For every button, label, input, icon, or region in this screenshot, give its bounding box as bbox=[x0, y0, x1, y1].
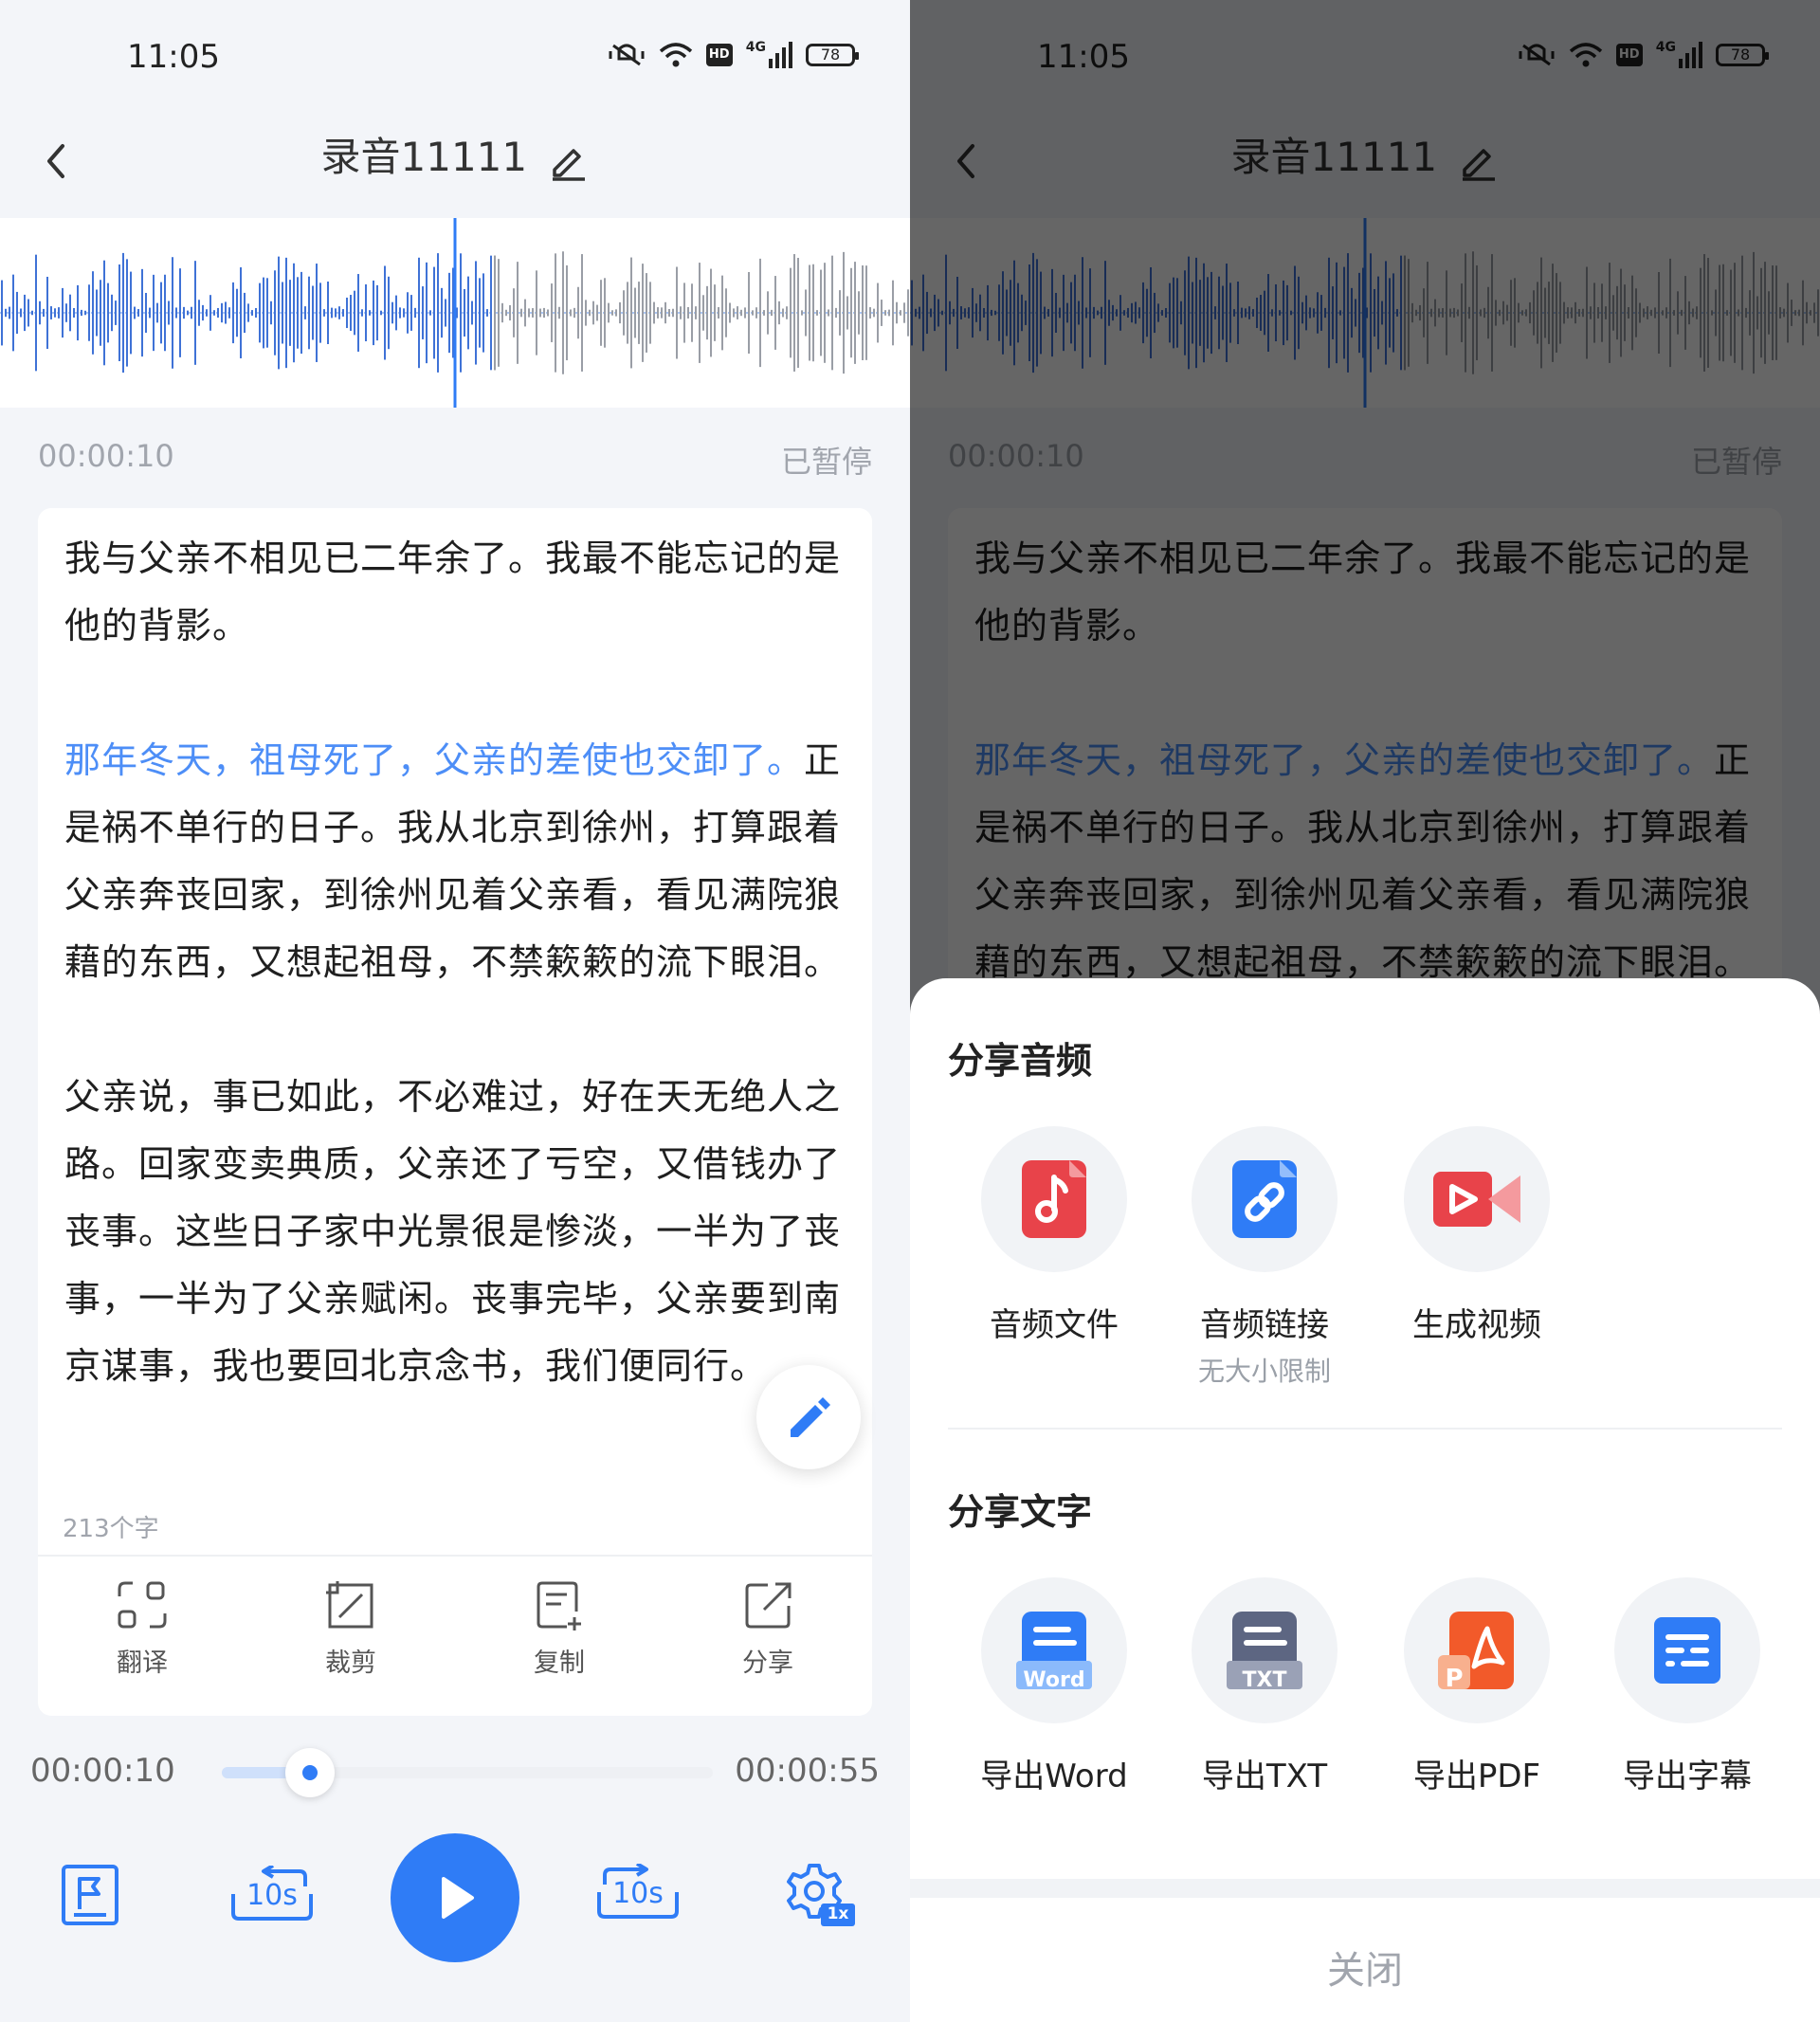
export-word-label: 导出Word bbox=[980, 1758, 1128, 1795]
battery-indicator: 78 bbox=[806, 44, 859, 66]
share-screen: 11:05 HD 4G 78 录音11111 00:00:10 已暂停 我与父亲… bbox=[910, 0, 1820, 2022]
word-badge-text: Word bbox=[1023, 1668, 1085, 1692]
copy-icon bbox=[537, 1581, 581, 1630]
close-button[interactable]: 关闭 bbox=[910, 1940, 1820, 1996]
highlighted-sentence: 那年冬天，祖母死了，父亲的差使也交卸了。 bbox=[64, 739, 805, 781]
playback-settings-button[interactable]: 1x bbox=[783, 1862, 855, 1932]
copy-button[interactable]: 复制 bbox=[455, 1579, 664, 1703]
translate-label: 翻译 bbox=[117, 1649, 168, 1678]
pdf-badge-text: P bbox=[1445, 1665, 1464, 1693]
title-text: 录音11111 bbox=[320, 134, 528, 180]
export-txt-icon-circle: TXT bbox=[1192, 1577, 1338, 1723]
status-bar: 11:05 HD 4G 78 bbox=[0, 0, 910, 114]
pencil-icon bbox=[791, 1397, 830, 1437]
audio-link-label: 音频链接 bbox=[1200, 1306, 1329, 1344]
export-subtitle-icon-circle bbox=[1614, 1577, 1760, 1723]
recording-title[interactable]: 录音11111 bbox=[0, 129, 910, 186]
speed-badge: 1x bbox=[827, 1904, 849, 1923]
signal-icon: 4G bbox=[745, 40, 792, 68]
current-time: 00:00:10 bbox=[38, 438, 174, 474]
link-file-icon bbox=[1232, 1160, 1297, 1238]
divider bbox=[948, 1428, 1782, 1430]
video-icon bbox=[1433, 1172, 1520, 1227]
header: 录音11111 bbox=[0, 114, 910, 218]
generate-video-label: 生成视频 bbox=[1412, 1306, 1541, 1344]
share-text-heading: 分享文字 bbox=[948, 1491, 1093, 1533]
crop-label: 裁剪 bbox=[325, 1649, 376, 1678]
translate-icon bbox=[118, 1581, 167, 1629]
generate-video-option[interactable]: 生成视频 bbox=[1371, 1126, 1583, 1345]
export-txt-option[interactable]: TXT 导出TXT bbox=[1158, 1577, 1371, 1796]
audio-file-label: 音频文件 bbox=[990, 1306, 1119, 1344]
audio-file-icon-circle bbox=[981, 1126, 1127, 1272]
crop-button[interactable]: 裁剪 bbox=[246, 1579, 455, 1703]
crop-icon bbox=[326, 1581, 373, 1629]
transcript-card: 我与父亲不相见已二年余了。我最不能忘记的是他的背影。 那年冬天，祖母死了，父亲的… bbox=[38, 508, 872, 1716]
bookmark-button[interactable] bbox=[61, 1864, 119, 1930]
audio-link-sublabel: 无大小限制 bbox=[1197, 1356, 1331, 1387]
play-button[interactable] bbox=[391, 1833, 519, 1962]
sheet-separator bbox=[910, 1879, 1820, 1898]
progress-bar: 00:00:10 00:00:55 bbox=[0, 1742, 910, 1799]
audio-link-icon-circle bbox=[1192, 1126, 1338, 1272]
edit-title-icon[interactable] bbox=[547, 139, 589, 181]
paragraph: 父亲说，事已如此，不必难过，好在天无绝人之路。回家变卖典质，父亲还了亏空，又借钱… bbox=[64, 1076, 842, 1387]
hd-icon: HD bbox=[705, 44, 733, 66]
divider bbox=[38, 1555, 872, 1557]
share-button[interactable]: 分享 bbox=[664, 1579, 872, 1703]
export-word-icon-circle: Word bbox=[981, 1577, 1127, 1723]
vibrate-icon bbox=[609, 44, 645, 66]
share-label: 分享 bbox=[742, 1649, 793, 1678]
subtitle-icon bbox=[1654, 1617, 1720, 1684]
bookmark-icon bbox=[62, 1865, 118, 1925]
play-icon bbox=[442, 1877, 474, 1919]
progress-track[interactable] bbox=[222, 1748, 713, 1797]
export-subtitle-option[interactable]: 导出字幕 bbox=[1581, 1577, 1793, 1796]
char-count: 213个字 bbox=[63, 1515, 159, 1543]
share-audio-heading: 分享音频 bbox=[948, 1040, 1093, 1082]
time-status-row: 00:00:10 已暂停 bbox=[38, 438, 872, 480]
player-controls: 10s 10s 1x bbox=[0, 1830, 910, 1962]
export-subtitle-label: 导出字幕 bbox=[1623, 1758, 1752, 1795]
txt-badge-text: TXT bbox=[1242, 1668, 1287, 1692]
waveform[interactable] bbox=[0, 218, 910, 408]
export-pdf-option[interactable]: P 导出PDF bbox=[1371, 1577, 1583, 1796]
paragraph: 那年冬天，祖母死了，父亲的差使也交卸了。正是祸不单行的日子。我从北京到徐州，打算… bbox=[64, 727, 859, 996]
audio-file-option[interactable]: 音频文件 bbox=[948, 1126, 1160, 1345]
total-time: 00:00:55 bbox=[735, 1752, 880, 1790]
status-time: 11:05 bbox=[127, 38, 220, 76]
export-pdf-icon-circle: P bbox=[1404, 1577, 1550, 1723]
translate-button[interactable]: 翻译 bbox=[38, 1579, 246, 1703]
waveform-graphic bbox=[0, 218, 910, 408]
music-file-icon bbox=[1022, 1160, 1086, 1238]
export-word-option[interactable]: Word 导出Word bbox=[948, 1577, 1160, 1796]
wifi-icon bbox=[659, 43, 692, 67]
copy-label: 复制 bbox=[534, 1649, 585, 1678]
forward-10s-button[interactable]: 10s bbox=[595, 1862, 681, 1924]
transcript-text[interactable]: 我与父亲不相见已二年余了。我最不能忘记的是他的背影。 那年冬天，祖母死了，父亲的… bbox=[64, 525, 859, 1467]
share-sheet: 分享音频 音频文件 音频链接 无大小限制 生成视频 分享文字 Word 导出Wo… bbox=[910, 978, 1820, 2022]
generate-video-icon-circle bbox=[1404, 1126, 1550, 1272]
share-text-row: Word 导出Word TXT 导出TXT P 导出PDF 导出字幕 bbox=[948, 1577, 1782, 1805]
status-icons: HD 4G 78 bbox=[608, 40, 859, 68]
progress-knob[interactable] bbox=[285, 1748, 336, 1797]
edit-transcript-button[interactable] bbox=[756, 1365, 861, 1469]
paragraph: 我与父亲不相见已二年余了。我最不能忘记的是他的背影。 bbox=[64, 537, 842, 647]
rewind-label: 10s bbox=[246, 1879, 298, 1912]
transcript-toolbar: 翻译 裁剪 复制 分享 bbox=[38, 1579, 872, 1703]
export-txt-label: 导出TXT bbox=[1201, 1758, 1328, 1795]
playback-state: 已暂停 bbox=[780, 444, 872, 480]
recording-screen: 11:05 HD 4G 78 录音11111 00:00:10 已暂停 我与父亲… bbox=[0, 0, 910, 2022]
export-pdf-label: 导出PDF bbox=[1412, 1758, 1541, 1795]
forward-label: 10s bbox=[612, 1877, 664, 1910]
share-icon bbox=[745, 1582, 792, 1629]
share-audio-row: 音频文件 音频链接 无大小限制 生成视频 bbox=[948, 1126, 1782, 1387]
elapsed-time: 00:00:10 bbox=[30, 1752, 175, 1790]
audio-link-option[interactable]: 音频链接 无大小限制 bbox=[1158, 1126, 1371, 1389]
network-type: 4G bbox=[745, 40, 766, 55]
rewind-10s-button[interactable]: 10s bbox=[229, 1864, 315, 1926]
